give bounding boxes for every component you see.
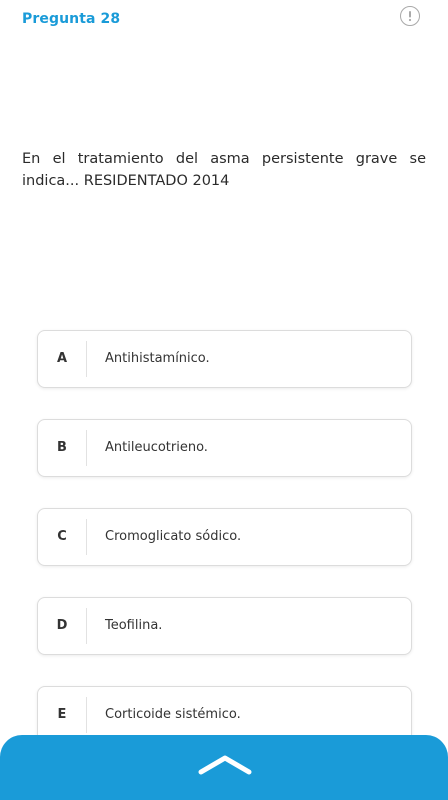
exclamation-circle-icon xyxy=(408,11,412,22)
option-divider xyxy=(86,430,87,466)
expand-panel-button[interactable] xyxy=(0,735,448,800)
option-divider xyxy=(86,608,87,644)
option-d[interactable]: D Teofilina. xyxy=(37,597,412,655)
option-letter: B xyxy=(57,440,67,455)
option-divider xyxy=(86,519,87,555)
report-question-button[interactable] xyxy=(400,6,420,26)
chevron-up-icon xyxy=(198,755,252,775)
option-text: Antileucotrieno. xyxy=(105,440,208,455)
question-text: En el tratamiento del asma persistente g… xyxy=(22,151,426,189)
option-b[interactable]: B Antileucotrieno. xyxy=(37,419,412,477)
option-a[interactable]: A Antihistamínico. xyxy=(37,330,412,388)
options-list: A Antihistamínico. B Antileucotrieno. C … xyxy=(37,330,412,775)
option-text: Teofilina. xyxy=(105,618,163,633)
option-divider xyxy=(86,697,87,733)
question-title: Pregunta 28 xyxy=(22,11,121,27)
option-divider xyxy=(86,341,87,377)
option-text: Antihistamínico. xyxy=(105,351,210,366)
option-c[interactable]: C Cromoglicato sódico. xyxy=(37,508,412,566)
question-screen: Pregunta 28 En el tratamiento del asma p… xyxy=(0,0,448,800)
option-letter: D xyxy=(56,618,68,633)
option-text: Cromoglicato sódico. xyxy=(105,529,242,544)
option-letter: C xyxy=(57,529,67,544)
option-letter: A xyxy=(56,351,68,366)
